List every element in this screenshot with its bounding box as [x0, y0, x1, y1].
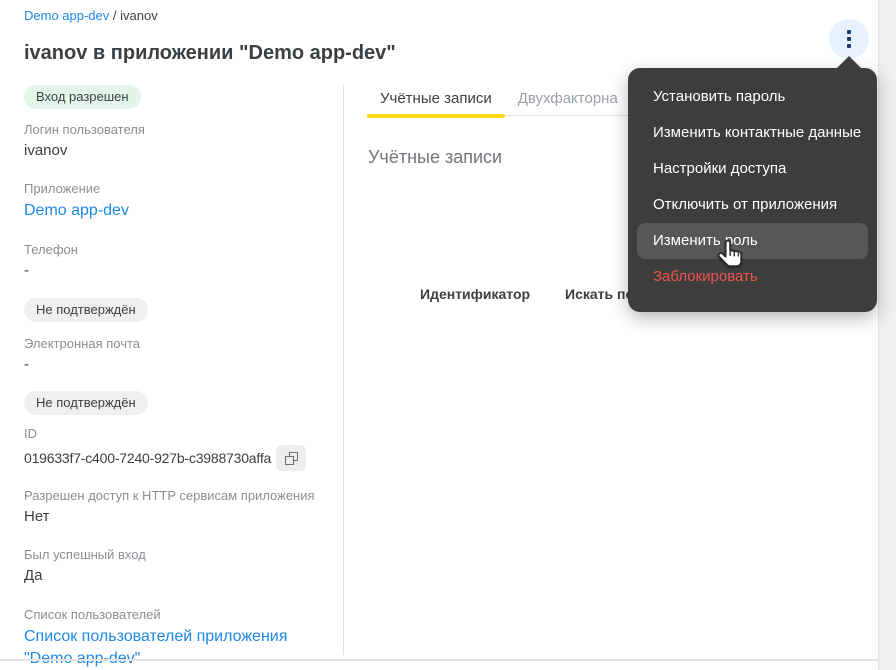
field-user-list-label: Список пользователей [24, 607, 324, 623]
field-id-label: ID [24, 426, 324, 442]
kebab-menu-button[interactable] [829, 19, 869, 59]
field-http-access-value: Нет [24, 507, 324, 527]
field-successful-login: Был успешный вход Да [24, 547, 324, 586]
accounts-section-heading: Учётные записи [368, 147, 502, 168]
scrollbar-track[interactable] [878, 0, 896, 670]
user-list-link[interactable]: Список пользователей приложения "Demo ap… [24, 626, 314, 670]
field-phone: Телефон - [24, 242, 324, 281]
field-login-value: ivanov [24, 141, 324, 161]
field-email-value: - [24, 355, 324, 375]
tab-accounts[interactable]: Учётные записи [367, 86, 505, 115]
tab-two-factor[interactable]: Двухфакторна [505, 86, 631, 115]
field-application-label: Приложение [24, 181, 324, 197]
email-unconfirmed-badge: Не подтверждён [24, 391, 148, 415]
copy-icon [285, 452, 298, 465]
field-http-access: Разрешен доступ к HTTP сервисам приложен… [24, 488, 324, 527]
phone-unconfirmed-badge: Не подтверждён [24, 298, 148, 322]
breadcrumb: Demo app-dev / ivanov [24, 8, 158, 23]
field-application: Приложение Demo app-dev [24, 181, 324, 222]
table-column-identifier: Идентификатор [420, 286, 530, 302]
kebab-dot-icon [847, 44, 851, 48]
menu-item-set-password[interactable]: Установить пароль [637, 79, 868, 115]
user-details-sidebar: Вход разрешен Логин пользователя ivanov … [24, 85, 324, 670]
breadcrumb-separator: / [109, 8, 120, 23]
sidebar-divider [343, 85, 344, 655]
menu-item-edit-contacts[interactable]: Изменить контактные данные [637, 115, 868, 151]
application-link[interactable]: Demo app-dev [24, 200, 324, 222]
field-successful-login-value: Да [24, 566, 324, 586]
user-id-value: 019633f7-c400-7240-927b-c3988730affa [24, 450, 271, 466]
page-title: ivanov в приложении "Demo app-dev" [24, 41, 396, 65]
table-column-search: Искать по [565, 286, 634, 302]
field-email: Электронная почта - [24, 336, 324, 375]
breadcrumb-current: ivanov [120, 8, 158, 23]
breadcrumb-app-link[interactable]: Demo app-dev [24, 8, 109, 23]
login-allowed-badge: Вход разрешен [24, 85, 141, 109]
kebab-dot-icon [847, 30, 851, 34]
field-phone-value: - [24, 261, 324, 281]
field-login-label: Логин пользователя [24, 122, 324, 138]
context-menu: Установить пароль Изменить контактные да… [628, 68, 877, 312]
field-phone-label: Телефон [24, 242, 324, 258]
menu-item-access-settings[interactable]: Настройки доступа [637, 151, 868, 187]
menu-item-disconnect-app[interactable]: Отключить от приложения [637, 187, 868, 223]
field-login: Логин пользователя ivanov [24, 122, 324, 161]
field-successful-login-label: Был успешный вход [24, 547, 324, 563]
card-bottom-border [0, 659, 878, 661]
field-email-label: Электронная почта [24, 336, 324, 352]
copy-id-button[interactable] [276, 445, 306, 471]
field-http-access-label: Разрешен доступ к HTTP сервисам приложен… [24, 488, 324, 504]
menu-item-change-role[interactable]: Изменить роль [637, 223, 868, 259]
kebab-dot-icon [847, 37, 851, 41]
menu-item-block[interactable]: Заблокировать [637, 259, 868, 295]
field-id: ID 019633f7-c400-7240-927b-c3988730affa [24, 426, 324, 471]
